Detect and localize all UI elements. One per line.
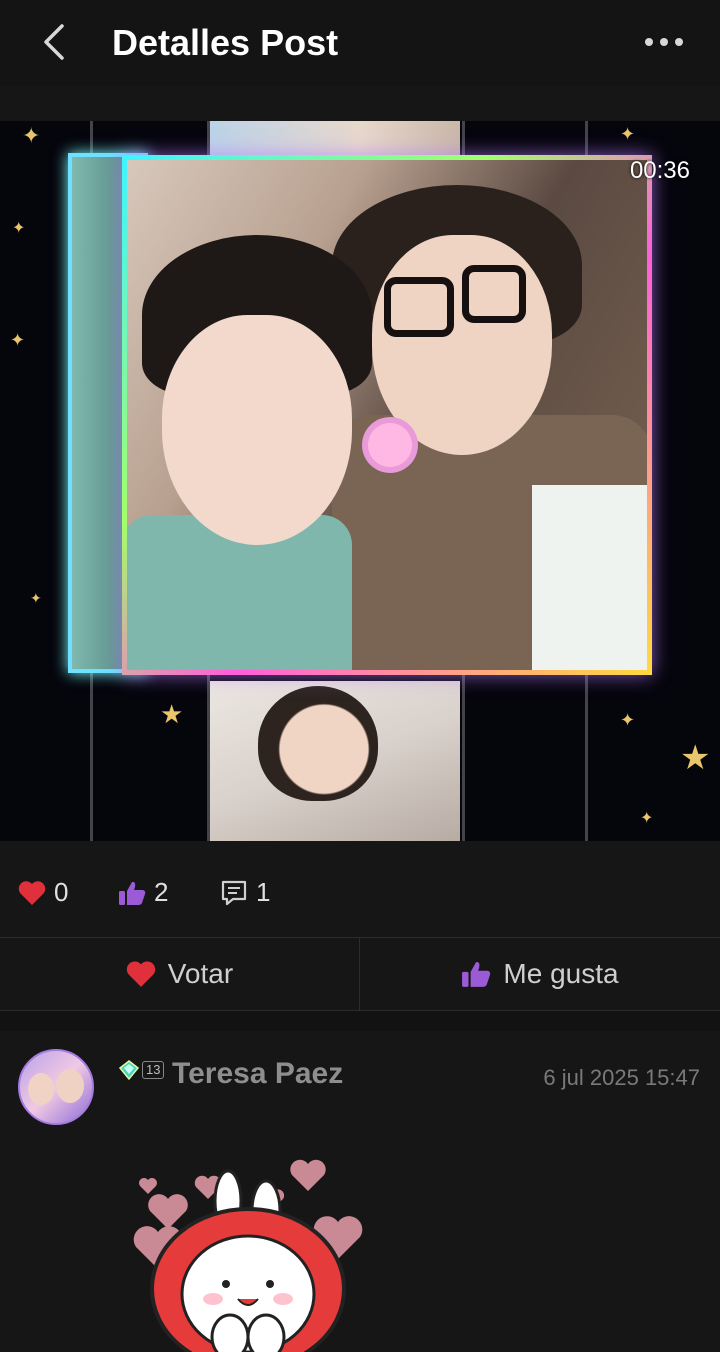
star-decoration: ✦ — [30, 590, 42, 606]
comments-count: 1 — [256, 877, 271, 907]
video-timer: 00:36 — [629, 157, 690, 184]
bunny-hearts-sticker — [133, 1159, 363, 1352]
more-horizontal-icon — [645, 38, 683, 46]
post-video[interactable]: ✦ ✦ ✦ ✦ ✦ ★ ✦ ✦ ★ 00:36 — [0, 121, 720, 841]
comment-icon — [220, 879, 248, 907]
star-decoration: ★ — [680, 739, 711, 777]
thumbs-up-icon — [118, 880, 146, 906]
avatar[interactable] — [18, 1049, 94, 1125]
vote-label: Votar — [167, 958, 234, 989]
post-stats: 0 2 1 — [0, 841, 720, 937]
like-button[interactable]: Me gusta — [360, 938, 720, 1010]
hearts-stat[interactable]: 0 — [18, 877, 68, 908]
thumbnail-face — [258, 686, 378, 801]
top-app-bar: Detalles Post — [0, 0, 720, 86]
star-decoration: ✦ — [620, 710, 636, 730]
star-decoration: ✦ — [12, 220, 26, 237]
header-spacer — [0, 86, 720, 121]
level-number: 13 — [142, 1061, 165, 1079]
likes-stat[interactable]: 2 — [118, 877, 168, 908]
comment-timestamp: 6 jul 2025 15:47 — [543, 1065, 700, 1090]
likes-count: 2 — [154, 877, 169, 907]
like-label: Me gusta — [503, 958, 619, 989]
neon-frame — [122, 155, 652, 675]
more-options-button[interactable] — [636, 20, 692, 64]
post-actions: Votar Me gusta — [0, 937, 720, 1011]
vote-button[interactable]: Votar — [0, 938, 359, 1010]
section-separator — [0, 1011, 720, 1031]
star-decoration: ✦ — [640, 810, 654, 827]
comment-item: 13 Teresa Paez 6 jul 2025 15:47 — [0, 1031, 720, 1352]
star-decoration: ✦ — [10, 330, 26, 350]
hearts-count: 0 — [54, 877, 69, 907]
comments-stat[interactable]: 1 — [220, 877, 270, 908]
level-badge: 13 — [118, 1059, 165, 1081]
chevron-left-icon — [44, 24, 64, 60]
star-decoration: ✦ — [22, 123, 41, 148]
heart-icon — [18, 880, 46, 906]
diamond-badge-icon — [118, 1060, 140, 1081]
page-title: Detalles Post — [112, 22, 339, 63]
heart-icon — [126, 960, 156, 988]
comment-username[interactable]: Teresa Paez — [172, 1057, 343, 1091]
back-button[interactable] — [30, 18, 78, 66]
thumbnail-top — [210, 121, 460, 157]
thumbs-up-icon — [461, 960, 491, 988]
star-decoration: ✦ — [620, 124, 636, 144]
